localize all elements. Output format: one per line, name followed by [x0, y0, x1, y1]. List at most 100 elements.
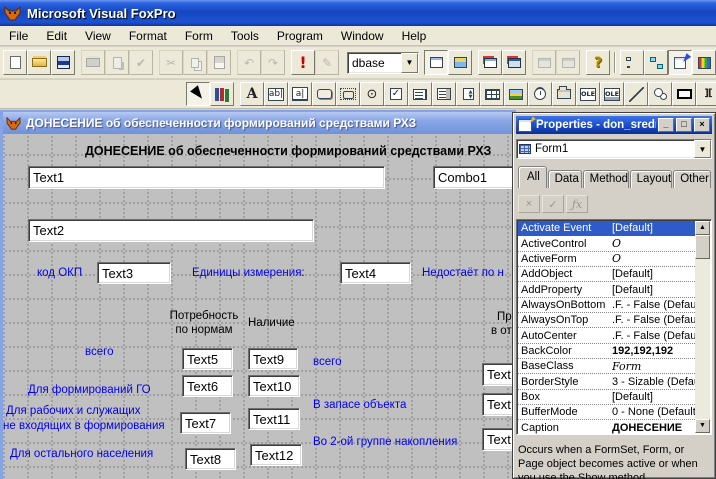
- datasession-button[interactable]: [424, 50, 448, 75]
- BaseClass[interactable]: BaseClass Form: [518, 359, 695, 375]
- option-button[interactable]: ⊙: [360, 82, 384, 106]
- grid-button[interactable]: [480, 82, 504, 106]
- paste-button[interactable]: [207, 50, 231, 75]
- browse-button[interactable]: [502, 50, 526, 75]
- AddObject[interactable]: AddObject [Default]: [518, 267, 695, 283]
- BackColor[interactable]: BackColor 192,192,192: [518, 344, 695, 360]
- BorderStyle[interactable]: BorderStyle 3 - Sizable (Default): [518, 374, 695, 390]
- textbox-text6[interactable]: Text6: [182, 375, 233, 397]
- textbox-text4[interactable]: Text4: [340, 262, 411, 284]
- label-kod-okp[interactable]: код ОКП: [37, 267, 82, 279]
- label-nalichie[interactable]: Наличие: [248, 317, 295, 329]
- expression-builder-button[interactable]: ƒx: [566, 195, 588, 213]
- textbox-right-1[interactable]: Text: [482, 363, 516, 386]
- copy-button[interactable]: [183, 50, 207, 75]
- label-button[interactable]: A: [240, 82, 264, 106]
- textbox-text10[interactable]: Text10: [248, 375, 300, 397]
- check-button[interactable]: ✓: [384, 82, 408, 106]
- new-button[interactable]: [3, 50, 27, 75]
- tab-all[interactable]: All: [518, 166, 547, 188]
- label-po-normam[interactable]: по нормам: [163, 324, 245, 336]
- label-vsego-right[interactable]: всего: [313, 356, 341, 368]
- listbox-button[interactable]: [432, 82, 456, 106]
- menu-view[interactable]: View: [76, 27, 120, 45]
- AddProperty[interactable]: AddProperty [Default]: [518, 282, 695, 298]
- pageframe-button[interactable]: [552, 82, 576, 106]
- cmdbutton-button[interactable]: [312, 82, 336, 106]
- spinner-button[interactable]: [456, 82, 480, 106]
- textbox-right-3[interactable]: Text: [482, 428, 516, 451]
- label-nedostaet[interactable]: Недостаёт по н: [422, 267, 504, 279]
- menu-help[interactable]: Help: [393, 27, 436, 45]
- open-button[interactable]: [27, 50, 51, 75]
- gtable1-button[interactable]: [532, 50, 556, 75]
- spell-button[interactable]: ✔: [129, 50, 153, 75]
- textbox-text11[interactable]: Text11: [248, 408, 300, 430]
- tab-methods[interactable]: Methods: [582, 170, 629, 188]
- tab-data[interactable]: Data: [547, 170, 582, 188]
- print-button[interactable]: [81, 50, 105, 75]
- label-vsego-left[interactable]: всего: [85, 346, 113, 358]
- viewwnd-button[interactable]: [478, 50, 502, 75]
- image-button[interactable]: [504, 82, 528, 106]
- timer-button[interactable]: [528, 82, 552, 106]
- label-vo-2oy[interactable]: Во 2-ой группе накопления: [313, 436, 457, 448]
- label-ostalnogo[interactable]: Для остального населения: [10, 448, 153, 460]
- maximize-button[interactable]: □: [676, 118, 692, 132]
- menu-tools[interactable]: Tools: [222, 27, 268, 45]
- textbox-text9[interactable]: Text9: [248, 348, 298, 370]
- shape-button[interactable]: [648, 82, 672, 106]
- Caption[interactable]: Caption ДОНЕСЕНИЕ: [518, 420, 695, 434]
- line-button[interactable]: [624, 82, 648, 106]
- cmdgroup-button[interactable]: [336, 82, 360, 106]
- container-button[interactable]: [672, 82, 696, 106]
- redo-button[interactable]: ↷: [261, 50, 285, 75]
- editbox-button[interactable]: a|: [288, 82, 312, 106]
- form-design-surface[interactable]: ДОНЕСЕНИЕ об обеспеченности формирований…: [3, 134, 516, 479]
- textbox-text7[interactable]: Text7: [180, 412, 231, 434]
- textbox-text8[interactable]: Text8: [185, 448, 236, 470]
- AutoCenter[interactable]: AutoCenter .F. - False (Default): [518, 328, 695, 344]
- undo-button[interactable]: ↶: [237, 50, 261, 75]
- classes-button[interactable]: [210, 82, 234, 106]
- label-rabochih-1[interactable]: Для рабочих и служащих: [6, 405, 141, 417]
- preview-button[interactable]: [105, 50, 129, 75]
- menu-form[interactable]: Form: [176, 27, 222, 45]
- combobox-button[interactable]: [408, 82, 432, 106]
- database-combo[interactable]: dbase ▼: [347, 51, 419, 74]
- outline-button[interactable]: [614, 50, 644, 75]
- form-header-label[interactable]: ДОНЕСЕНИЕ об обеспеченности формирований…: [85, 144, 515, 158]
- separator-button[interactable]: ][: [696, 82, 716, 106]
- menu-window[interactable]: Window: [332, 27, 393, 45]
- cancel-value-button[interactable]: ×: [518, 195, 540, 213]
- textbox-button[interactable]: ab|: [264, 82, 288, 106]
- modify-button[interactable]: ✎: [315, 50, 339, 75]
- tab-other[interactable]: Other: [673, 170, 711, 188]
- menu-program[interactable]: Program: [268, 27, 332, 45]
- db-button[interactable]: [448, 50, 472, 75]
- label-rabochih-2[interactable]: не входящих в формирования: [3, 420, 165, 432]
- ActiveControl[interactable]: ActiveControl O: [518, 236, 695, 252]
- Box[interactable]: Box [Default]: [518, 390, 695, 406]
- help-button[interactable]: ?: [586, 50, 610, 75]
- close-button[interactable]: ×: [694, 118, 710, 132]
- textbox-text2[interactable]: Text2: [28, 219, 314, 242]
- label-potrebnost[interactable]: Потребность: [163, 310, 245, 322]
- color-button[interactable]: [692, 50, 716, 75]
- cut-button[interactable]: ✂: [159, 50, 183, 75]
- textbox-text12[interactable]: Text12: [250, 444, 302, 466]
- accept-value-button[interactable]: ✓: [542, 195, 564, 213]
- textbox-right-2[interactable]: Text: [482, 393, 516, 416]
- menu-file[interactable]: File: [0, 27, 37, 45]
- select-button[interactable]: [186, 82, 210, 106]
- menu-format[interactable]: Format: [120, 27, 176, 45]
- chevron-down-icon[interactable]: ▼: [694, 140, 711, 158]
- ole-button[interactable]: OLE: [576, 82, 600, 106]
- label-v-zapase[interactable]: В запасе объекта: [313, 399, 406, 411]
- dataenv-button[interactable]: [644, 50, 668, 75]
- run-button[interactable]: !: [291, 50, 315, 75]
- scrollbar-thumb[interactable]: [695, 235, 710, 259]
- tab-layout[interactable]: Layout: [629, 170, 673, 188]
- property-list-scrollbar[interactable]: ▲ ▼: [695, 221, 710, 433]
- olebound-button[interactable]: OLE: [600, 82, 624, 106]
